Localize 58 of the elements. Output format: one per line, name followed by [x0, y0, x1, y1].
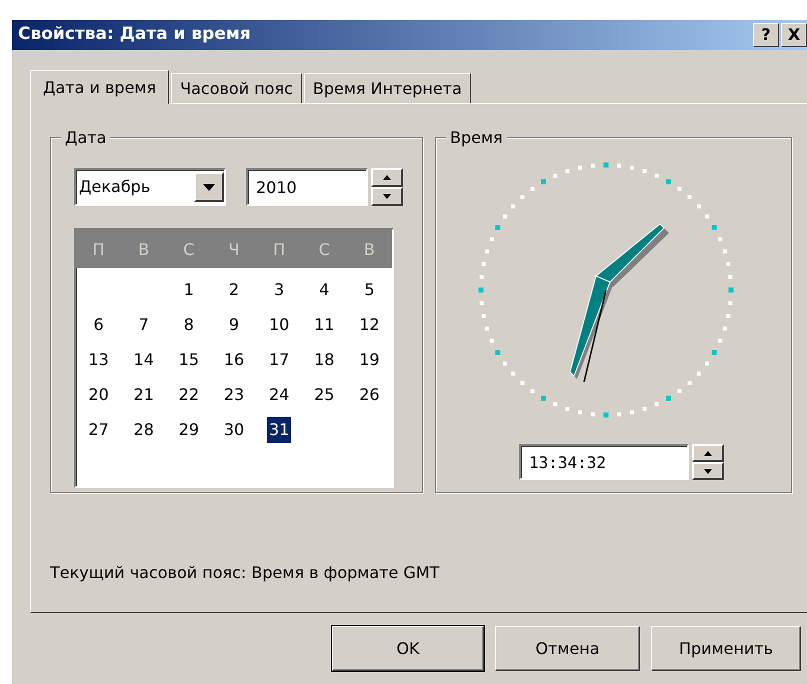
calendar-day[interactable]: 13 — [86, 347, 111, 373]
help-button[interactable]: ? — [753, 23, 779, 47]
dropdown-arrow-icon — [203, 184, 215, 190]
year-spinner[interactable] — [371, 168, 403, 206]
calendar-day[interactable]: 29 — [176, 417, 202, 443]
calendar-day[interactable]: 22 — [176, 382, 202, 408]
down-arrow-icon — [704, 468, 712, 474]
calendar-day[interactable]: 10 — [266, 312, 292, 338]
calendar-day[interactable]: 24 — [266, 382, 292, 408]
weekday-label: В — [362, 238, 376, 260]
dialog-button[interactable]: OK — [332, 626, 484, 671]
timezone-text: Текущий часовой пояс: Время в формате GMT — [50, 562, 440, 584]
calendar-day[interactable]: 19 — [357, 347, 382, 373]
weekday-label: С — [318, 238, 331, 260]
dialog-button[interactable]: Применить — [651, 626, 801, 671]
calendar-day[interactable]: 7 — [136, 312, 151, 338]
calendar-day[interactable]: 20 — [86, 382, 111, 408]
calendar-day[interactable]: 17 — [266, 347, 292, 373]
close-button[interactable]: X — [781, 23, 807, 47]
calendar-day[interactable]: 11 — [312, 312, 336, 338]
month-dropdown[interactable]: Декабрь — [74, 168, 226, 206]
weekday-label: В — [137, 238, 150, 260]
calendar-day[interactable]: 6 — [91, 312, 106, 338]
calendar-day[interactable]: 4 — [317, 277, 332, 303]
down-arrow-icon — [383, 194, 391, 199]
calendar-day[interactable]: 28 — [132, 417, 156, 443]
time-field[interactable]: 13:34:32 — [519, 444, 689, 480]
up-arrow-icon — [383, 175, 391, 180]
weekday-label: П — [92, 238, 106, 260]
window-title: Свойства: Дата и время — [18, 23, 252, 46]
year-field[interactable]: 2010 — [246, 168, 368, 206]
calendar-day[interactable]: 25 — [312, 382, 336, 408]
calendar-day[interactable]: 16 — [222, 347, 246, 373]
calendar-day[interactable]: 14 — [132, 347, 156, 373]
calendar-day[interactable]: 12 — [357, 312, 382, 338]
calendar-day[interactable]: 1 — [182, 277, 196, 303]
calendar-day[interactable]: 2 — [226, 277, 242, 303]
calendar-day[interactable]: 3 — [272, 277, 286, 303]
calendar-day[interactable]: 31 — [266, 417, 292, 443]
tab[interactable]: Дата и время — [30, 70, 170, 104]
dialog-button[interactable]: Отмена — [495, 626, 640, 671]
calendar-day[interactable]: 27 — [86, 417, 111, 443]
calendar-day[interactable]: 21 — [132, 382, 156, 408]
calendar-day[interactable]: 5 — [362, 277, 376, 303]
calendar-day[interactable]: 30 — [222, 417, 246, 443]
calendar-day[interactable]: 8 — [182, 312, 196, 338]
calendar-day[interactable]: 26 — [357, 382, 382, 408]
calendar-day[interactable]: 23 — [222, 382, 246, 408]
weekday-label: С — [182, 238, 196, 260]
weekday-label: П — [272, 238, 286, 260]
calendar-day[interactable]: 15 — [176, 347, 202, 373]
up-arrow-icon — [704, 450, 712, 456]
calendar-day[interactable]: 9 — [226, 312, 242, 338]
tab[interactable]: Часовой пояс — [171, 73, 302, 103]
weekday-label: Ч — [228, 238, 240, 260]
time-spinner[interactable] — [692, 444, 724, 480]
calendar-day[interactable]: 18 — [312, 347, 336, 373]
tab[interactable]: Время Интернета — [304, 73, 471, 103]
